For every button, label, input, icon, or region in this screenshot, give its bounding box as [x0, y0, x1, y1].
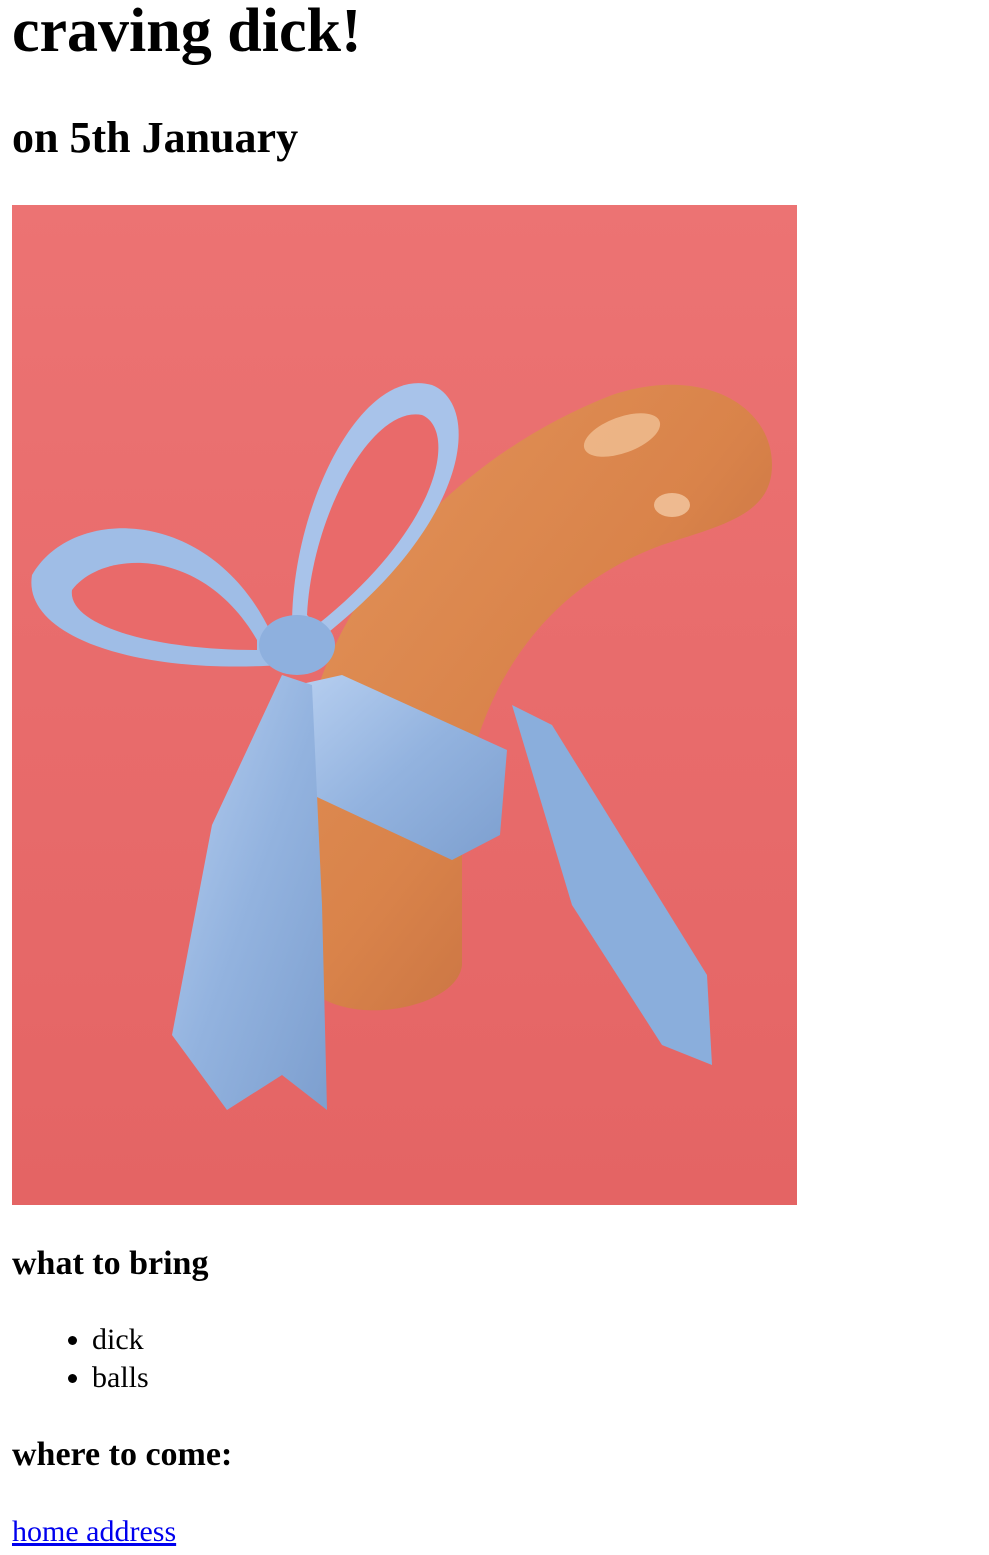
list-item: dick — [68, 1321, 149, 1359]
list-item: balls — [68, 1359, 149, 1397]
bring-heading: what to bring — [12, 1245, 209, 1282]
event-date: on 5th January — [12, 113, 299, 162]
bring-list: dick balls — [12, 1321, 149, 1397]
sausage-ribbon-image — [12, 205, 797, 1205]
page-title: craving dick! — [12, 0, 362, 65]
come-heading: where to come: — [12, 1436, 233, 1473]
home-address-link[interactable]: home address — [12, 1514, 176, 1550]
